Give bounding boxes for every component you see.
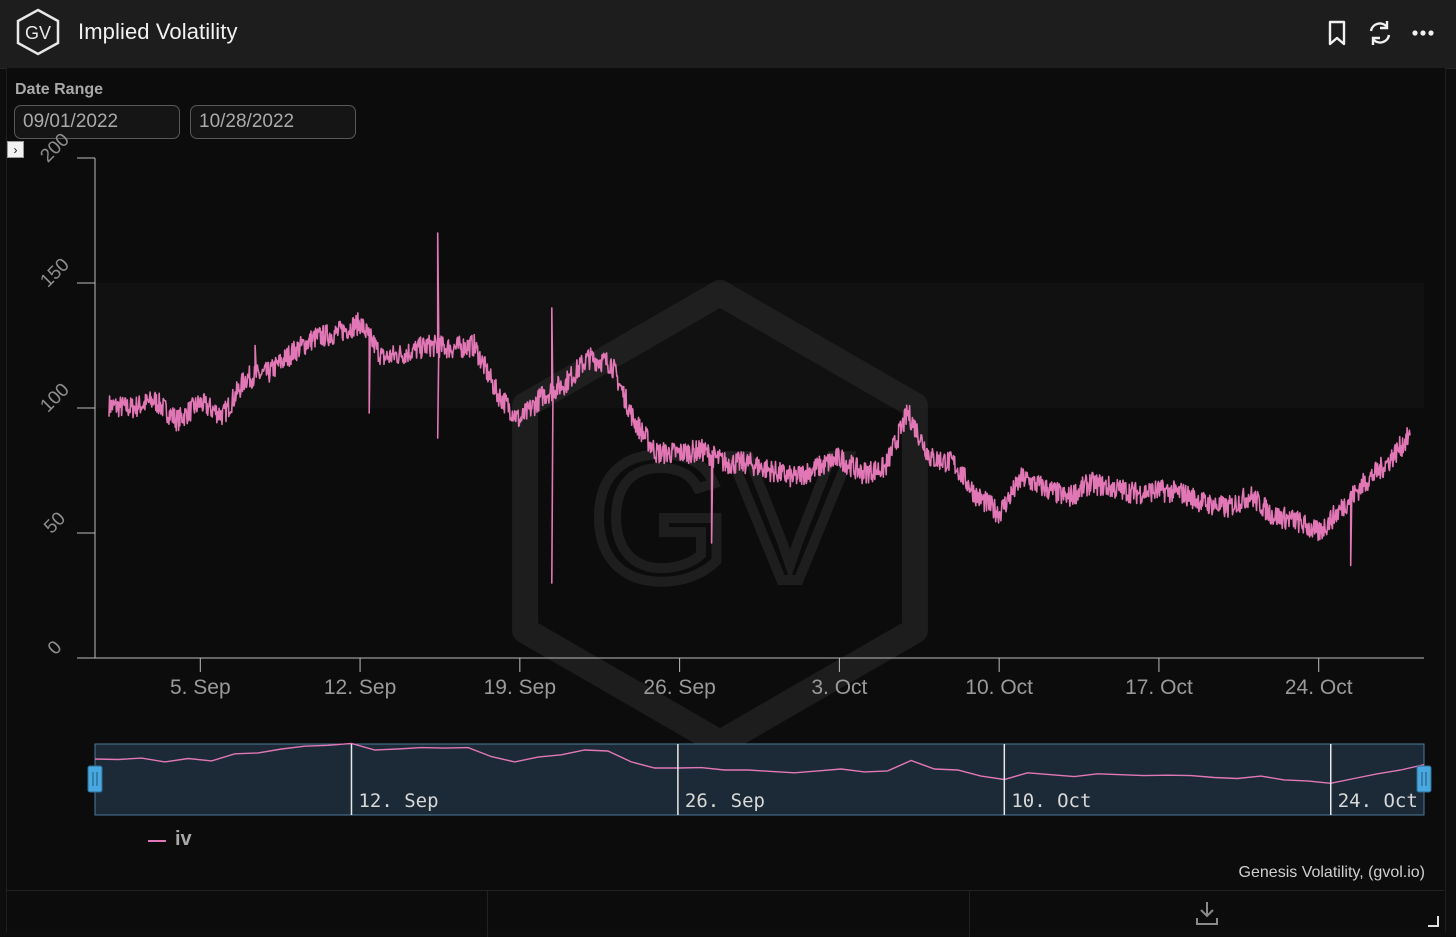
y-tick-label: 100 [36, 379, 73, 416]
x-tick-label: 5. Sep [170, 676, 231, 699]
footer-divider [487, 891, 488, 937]
y-tick-label: 150 [36, 254, 73, 291]
chart-window: GV Implied Volatility Date Range › GV050… [0, 0, 1456, 937]
navigator-tick-label: 26. Sep [685, 790, 765, 812]
y-tick-label: 50 [40, 508, 70, 538]
navigator-handle-right[interactable] [1416, 765, 1432, 793]
x-tick-label: 10. Oct [965, 676, 1033, 699]
y-tick-label: 0 [44, 637, 66, 659]
x-tick-label: 17. Oct [1125, 676, 1193, 699]
credit-text[interactable]: Genesis Volatility, (gvol.io) [1239, 864, 1425, 882]
legend-label: iv [175, 828, 192, 850]
navigator-tick-label: 10. Oct [1011, 790, 1091, 812]
resize-handle-icon[interactable] [1426, 914, 1440, 928]
watermark-text: GV [590, 418, 850, 619]
navigator-handle-left[interactable] [87, 765, 103, 793]
x-tick-label: 24. Oct [1285, 676, 1353, 699]
x-tick-label: 3. Oct [811, 676, 867, 699]
download-icon[interactable] [1190, 898, 1224, 928]
legend-line [148, 840, 166, 842]
y-tick-label: 200 [36, 129, 73, 166]
iv-chart[interactable]: GV 0 50 100 150 200 5. Sep 12. Sep 19. Sep 26. Se… [0, 0, 1456, 936]
x-tick-label: 12. Sep [324, 676, 396, 699]
navigator-tick-label: 24. Oct [1338, 790, 1418, 812]
navigator-tick-label: 12. Sep [358, 790, 438, 812]
x-tick-label: 19. Sep [484, 676, 556, 699]
footer-bar [6, 890, 1444, 937]
x-tick-label: 26. Sep [643, 676, 715, 699]
footer-divider [969, 891, 970, 937]
